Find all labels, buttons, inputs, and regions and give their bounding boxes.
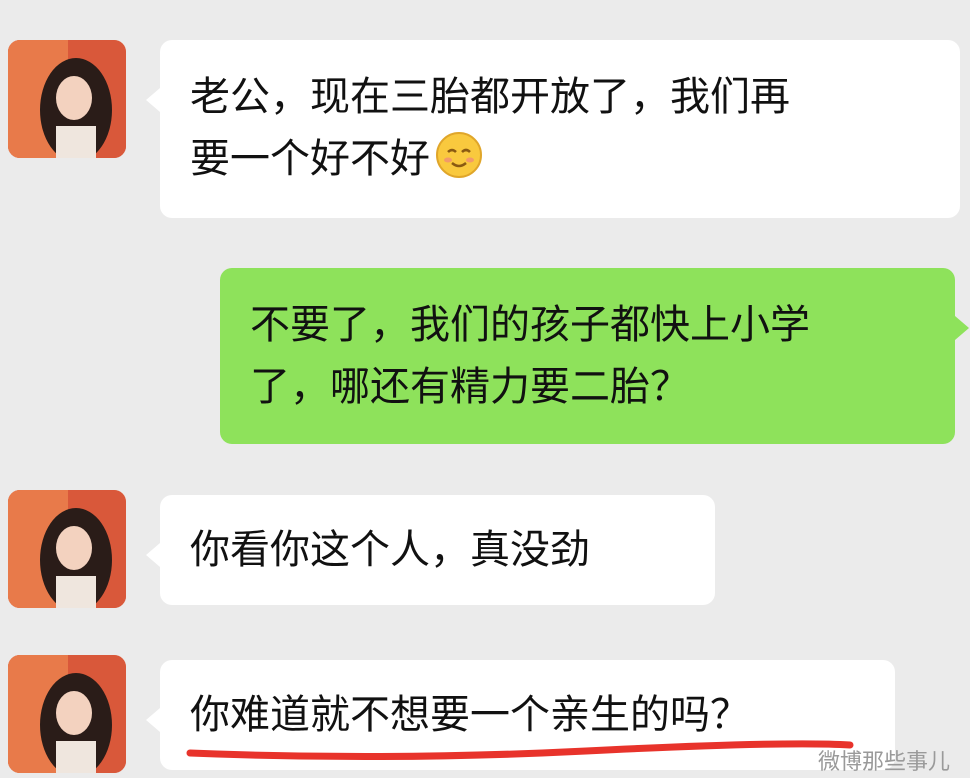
woman-portrait-icon xyxy=(8,40,126,158)
woman-portrait-icon xyxy=(8,655,126,773)
avatar[interactable] xyxy=(8,40,126,158)
message-bubble-incoming[interactable]: 老公，现在三胎都开放了，我们再 要一个好不好 xyxy=(146,40,960,218)
smiling-face-emoji-icon xyxy=(434,130,484,180)
message-text-line: 不要了，我们的孩子都快上小学 xyxy=(250,302,810,348)
message-bubble-outgoing[interactable]: 不要了，我们的孩子都快上小学 了，哪还有精力要二胎？ xyxy=(220,268,969,444)
watermark: 微博那些事儿 xyxy=(817,750,950,775)
chat-window: 老公，现在三胎都开放了，我们再 要一个好不好 不要了，我们的孩子都快上小学 了，… xyxy=(0,0,970,778)
message-text-line: 老公，现在三胎都开放了，我们再 xyxy=(190,74,790,120)
message-text-line: 要一个好不好 xyxy=(190,128,930,190)
avatar[interactable] xyxy=(8,655,126,773)
red-underline-annotation xyxy=(186,740,854,761)
message-text-line: 你看你这个人，真没劲 xyxy=(190,527,590,573)
message-text-line: 了，哪还有精力要二胎？ xyxy=(250,364,690,410)
woman-portrait-icon xyxy=(8,490,126,608)
avatar[interactable] xyxy=(8,490,126,608)
message-bubble-incoming[interactable]: 你看你这个人，真没劲 xyxy=(146,495,715,605)
